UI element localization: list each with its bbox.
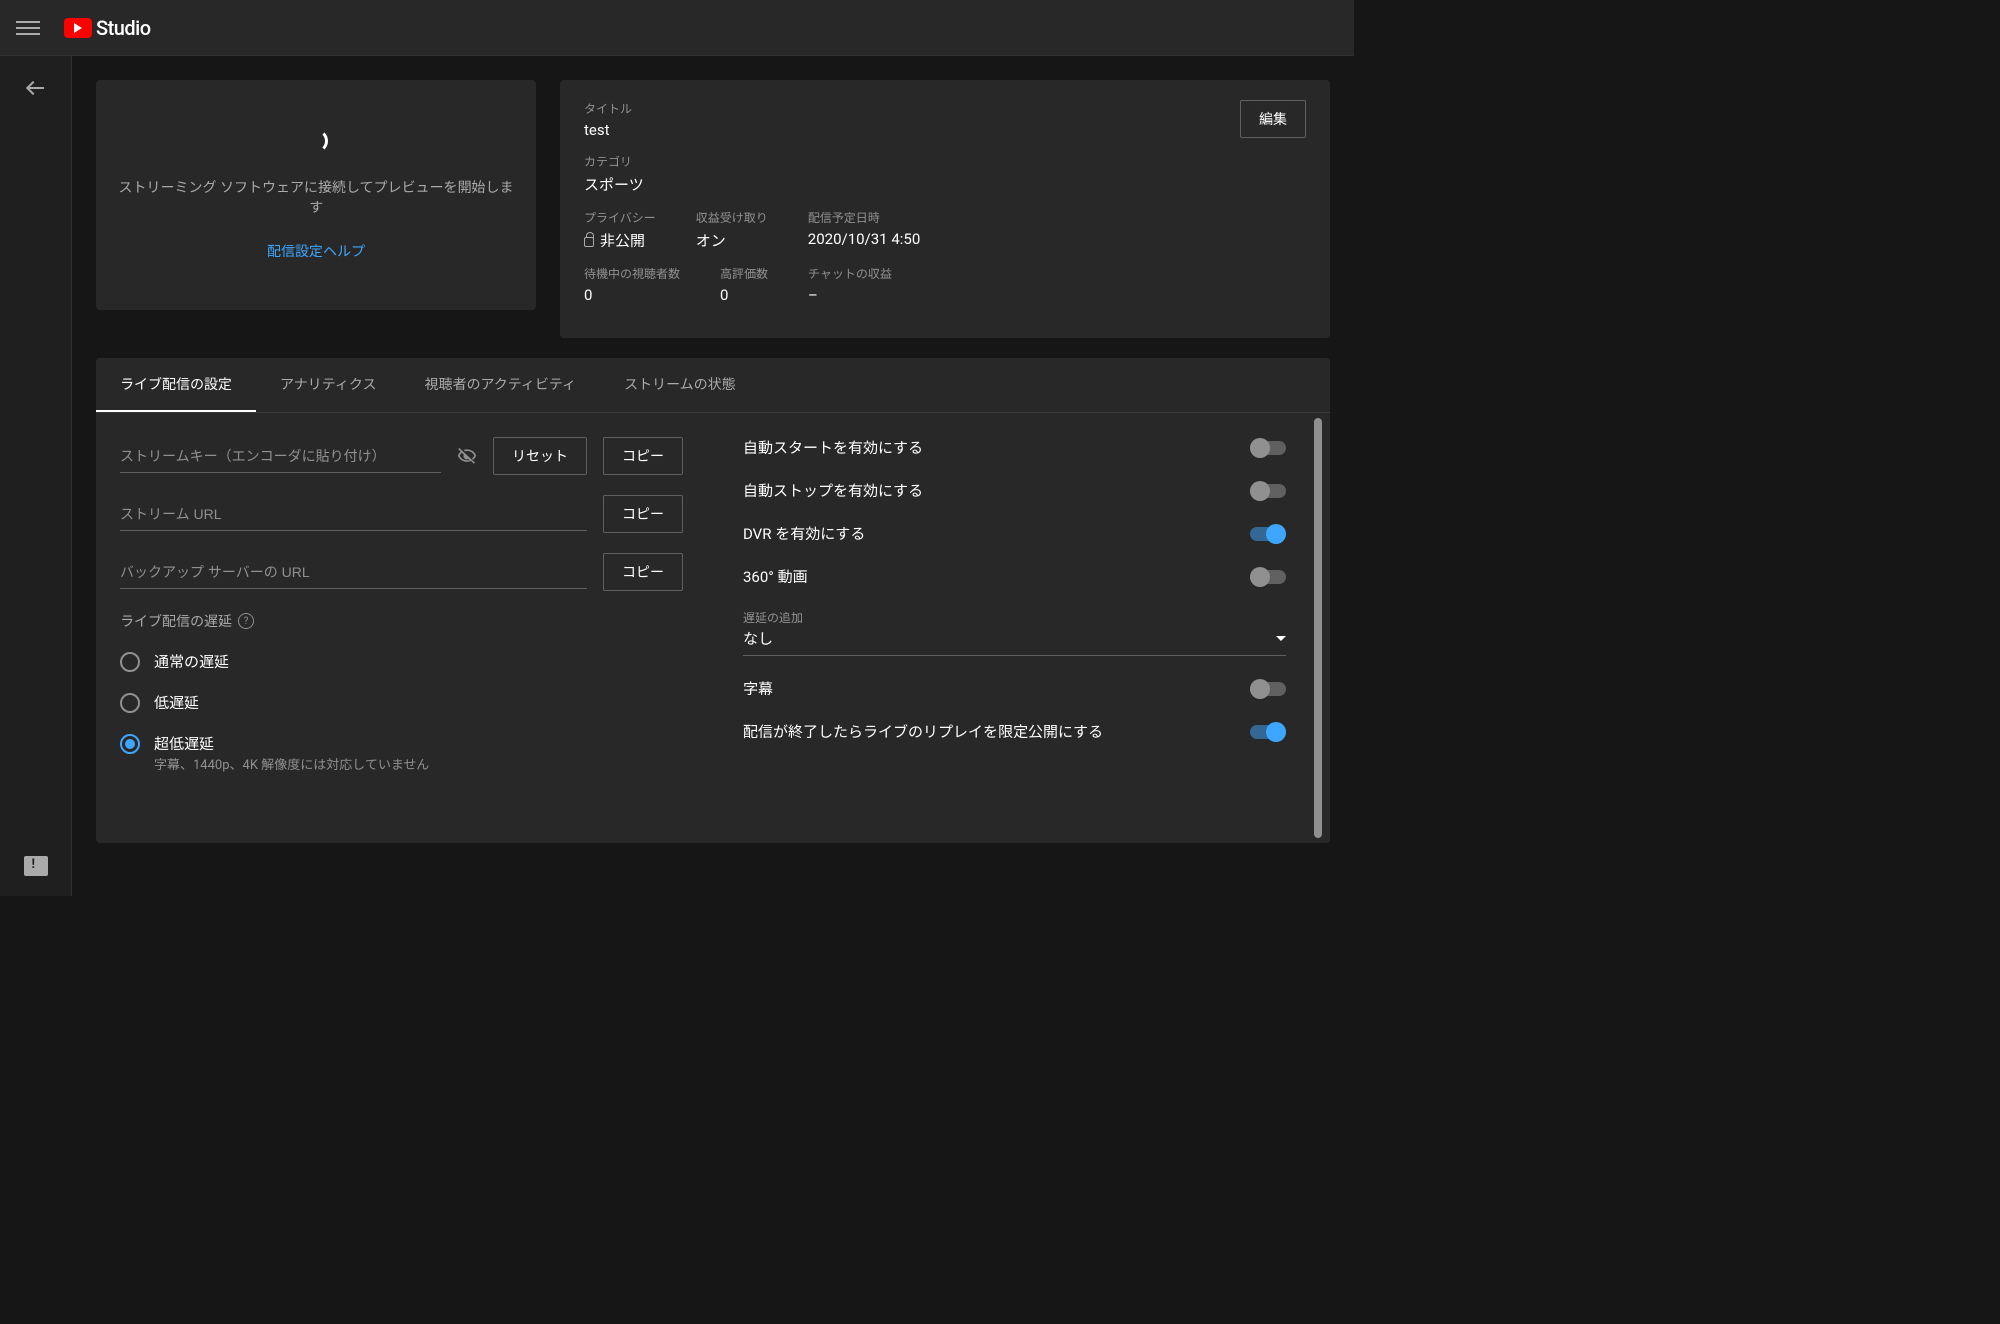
settings-left-column: リセット コピー コピー コピー ライブ配信の遅延 ? bbox=[120, 437, 683, 819]
chat-revenue-label: チャットの収益 bbox=[808, 265, 892, 282]
stream-info-panel: 編集 タイトル test カテゴリ スポーツ プライバシー 非公開 収益受け取り… bbox=[560, 80, 1330, 338]
copy-url-button[interactable]: コピー bbox=[603, 495, 683, 533]
radio-icon bbox=[120, 693, 140, 713]
settings-card: ライブ配信の設定 アナリティクス 視聴者のアクティビティ ストリームの状態 リセ… bbox=[96, 358, 1330, 843]
likes-value: 0 bbox=[720, 286, 768, 304]
chat-revenue-value: – bbox=[808, 286, 892, 304]
copy-backup-button[interactable]: コピー bbox=[603, 553, 683, 591]
auto-stop-label: 自動ストップを有効にする bbox=[743, 480, 923, 501]
tab-stream-settings[interactable]: ライブ配信の設定 bbox=[96, 358, 256, 412]
latency-normal-radio[interactable]: 通常の遅延 bbox=[120, 651, 683, 672]
reset-button[interactable]: リセット bbox=[493, 437, 587, 475]
scheduled-label: 配信予定日時 bbox=[808, 209, 920, 226]
edit-button[interactable]: 編集 bbox=[1240, 100, 1306, 138]
lock-icon bbox=[584, 237, 594, 247]
added-delay-select[interactable]: 遅延の追加 なし bbox=[743, 609, 1286, 656]
copy-key-button[interactable]: コピー bbox=[603, 437, 683, 475]
video360-label: 360° 動画 bbox=[743, 566, 808, 587]
stream-key-input[interactable] bbox=[120, 440, 441, 473]
latency-ultra-low-radio[interactable]: 超低遅延 bbox=[120, 733, 683, 754]
waiting-value: 0 bbox=[584, 286, 680, 304]
video360-toggle[interactable] bbox=[1250, 570, 1286, 584]
loading-spinner-icon bbox=[304, 129, 328, 153]
scrollbar[interactable] bbox=[1314, 418, 1322, 838]
tabs-bar: ライブ配信の設定 アナリティクス 視聴者のアクティビティ ストリームの状態 bbox=[96, 358, 1330, 413]
preview-panel: ストリーミング ソフトウェアに接続してプレビューを開始します 配信設定ヘルプ bbox=[96, 80, 536, 310]
auto-start-label: 自動スタートを有効にする bbox=[743, 437, 923, 458]
category-label: カテゴリ bbox=[584, 153, 1306, 170]
tab-analytics[interactable]: アナリティクス bbox=[256, 358, 400, 412]
captions-label: 字幕 bbox=[743, 678, 773, 699]
privacy-value: 非公開 bbox=[584, 230, 656, 251]
stream-help-link[interactable]: 配信設定ヘルプ bbox=[267, 241, 365, 261]
settings-right-column: 自動スタートを有効にする 自動ストップを有効にする DVR を有効にする bbox=[743, 437, 1306, 819]
title-label: タイトル bbox=[584, 100, 1306, 117]
latency-ultra-low-note: 字幕、1440p、4K 解像度には対応していません bbox=[154, 754, 683, 773]
visibility-off-icon[interactable] bbox=[457, 446, 477, 466]
waiting-label: 待機中の視聴者数 bbox=[584, 265, 680, 282]
studio-logo[interactable]: Studio bbox=[64, 16, 151, 40]
monetization-label: 収益受け取り bbox=[696, 209, 768, 226]
tab-stream-health[interactable]: ストリームの状態 bbox=[600, 358, 760, 412]
youtube-icon bbox=[64, 18, 92, 38]
monetization-value: オン bbox=[696, 230, 768, 251]
feedback-icon[interactable] bbox=[24, 856, 48, 876]
scheduled-value: 2020/10/31 4:50 bbox=[808, 230, 920, 248]
likes-label: 高評価数 bbox=[720, 265, 768, 282]
category-value: スポーツ bbox=[584, 174, 1306, 195]
help-icon[interactable]: ? bbox=[238, 613, 254, 629]
auto-start-toggle[interactable] bbox=[1250, 441, 1286, 455]
preview-message: ストリーミング ソフトウェアに接続してプレビューを開始します bbox=[116, 177, 516, 217]
backup-url-input[interactable] bbox=[120, 556, 587, 589]
radio-checked-icon bbox=[120, 734, 140, 754]
radio-icon bbox=[120, 652, 140, 672]
side-rail bbox=[0, 56, 72, 896]
auto-stop-toggle[interactable] bbox=[1250, 484, 1286, 498]
dvr-label: DVR を有効にする bbox=[743, 523, 865, 544]
brand-text: Studio bbox=[96, 16, 151, 40]
tab-viewer-activity[interactable]: 視聴者のアクティビティ bbox=[400, 358, 600, 412]
latency-low-radio[interactable]: 低遅延 bbox=[120, 692, 683, 713]
unlisted-replay-toggle[interactable] bbox=[1250, 725, 1286, 739]
top-bar: Studio bbox=[0, 0, 1354, 56]
privacy-label: プライバシー bbox=[584, 209, 656, 226]
unlisted-replay-label: 配信が終了したらライブのリプレイを限定公開にする bbox=[743, 721, 1103, 742]
latency-section-title: ライブ配信の遅延 ? bbox=[120, 611, 683, 631]
dvr-toggle[interactable] bbox=[1250, 527, 1286, 541]
menu-icon[interactable] bbox=[16, 16, 40, 40]
back-arrow-icon[interactable] bbox=[24, 76, 48, 100]
stream-url-input[interactable] bbox=[120, 498, 587, 531]
title-value: test bbox=[584, 121, 1306, 139]
chevron-down-icon bbox=[1276, 636, 1286, 641]
captions-toggle[interactable] bbox=[1250, 682, 1286, 696]
